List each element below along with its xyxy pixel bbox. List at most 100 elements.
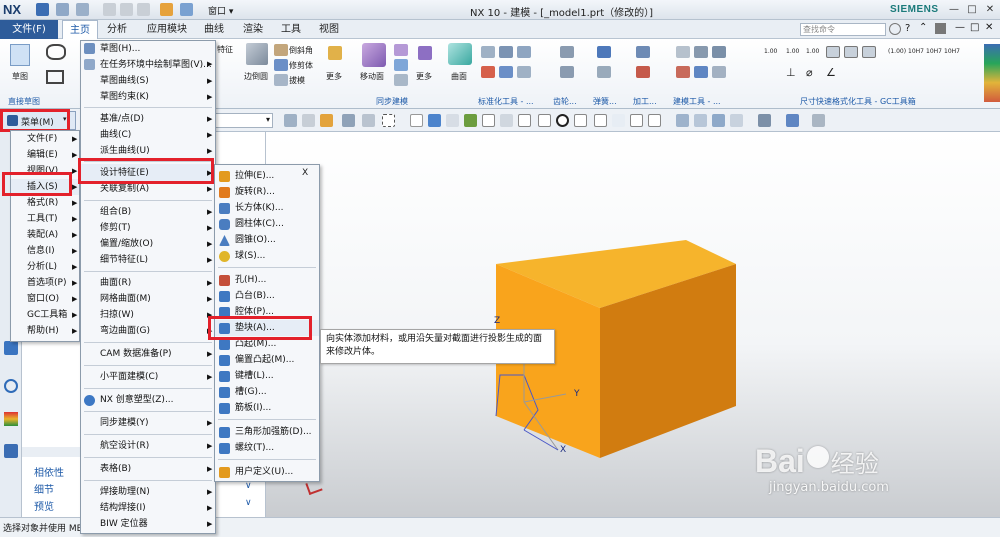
zoom-icon[interactable] <box>694 114 707 127</box>
feature-sphere[interactable]: 球(S)... <box>235 248 265 264</box>
save-icon[interactable] <box>36 3 49 16</box>
select-curve-icon[interactable] <box>342 114 355 127</box>
preview-link[interactable]: 预览 <box>34 498 54 513</box>
window-dropdown[interactable]: 窗口 ▾ <box>208 4 233 17</box>
intersect-icon[interactable] <box>518 114 531 127</box>
insert-trim[interactable]: 修剪(T) <box>100 220 131 236</box>
machining-prep-icon[interactable] <box>636 66 650 78</box>
tab-tools[interactable]: 工具 <box>274 20 308 39</box>
feature-extrude[interactable]: 拉伸(E)... <box>235 168 274 184</box>
insert-sync-modeling[interactable]: 同步建模(Y) <box>100 415 149 431</box>
std-nut-icon[interactable] <box>517 46 531 58</box>
insert-sketch[interactable]: 草图(H)... <box>100 41 140 57</box>
search-icon[interactable] <box>889 23 901 35</box>
gear-spur-icon[interactable] <box>560 46 574 58</box>
dim-format-4[interactable]: (1.00) <box>888 48 906 55</box>
insert-aerospace[interactable]: 航空设计(R) <box>100 438 149 454</box>
insert-detail-feature[interactable]: 细节特征(L) <box>100 252 148 268</box>
dim-format-7[interactable]: 10H7 <box>944 48 960 55</box>
selection-filter-dropdown[interactable]: ▾ <box>215 113 273 128</box>
std-spring-icon[interactable] <box>517 66 531 78</box>
tab-view[interactable]: 视图 <box>312 20 346 39</box>
menu-item-tools[interactable]: 工具(T) <box>27 211 58 227</box>
feature-boss[interactable]: 凸台(B)... <box>235 288 275 304</box>
select-face-icon[interactable] <box>362 114 375 127</box>
background-icon[interactable] <box>786 114 799 127</box>
file-tab[interactable]: 文件(F) <box>0 20 58 39</box>
menu-item-analysis[interactable]: 分析(L) <box>27 259 57 275</box>
feature-rib[interactable]: 筋板(I)... <box>235 400 271 416</box>
dependencies-link[interactable]: 相依性 <box>34 464 64 479</box>
trim-body-icon[interactable] <box>274 59 288 71</box>
quadrant-icon[interactable] <box>538 114 551 127</box>
menu-item-assembly[interactable]: 装配(A) <box>27 227 58 243</box>
arc-center-icon[interactable] <box>648 114 661 127</box>
feature-offset-emboss[interactable]: 偏置凸起(M)... <box>235 352 294 368</box>
tangent-icon[interactable] <box>574 114 587 127</box>
pull-face-icon[interactable] <box>394 44 408 56</box>
menu-item-edit[interactable]: 编辑(E) <box>27 147 58 163</box>
insert-cam-prep[interactable]: CAM 数据准备(P) <box>100 346 172 362</box>
feature-dart[interactable]: 三角形加强筋(D)... <box>235 424 312 440</box>
midpoint-icon[interactable] <box>482 114 495 127</box>
repeat-command-icon[interactable] <box>180 3 193 16</box>
box-select-icon[interactable] <box>382 114 395 127</box>
machining-icon[interactable] <box>636 46 650 58</box>
menu-item-gc-toolbox[interactable]: GC工具箱 <box>27 307 67 323</box>
plus-icon[interactable] <box>612 114 625 127</box>
rotate-icon[interactable] <box>712 114 725 127</box>
menu-item-info[interactable]: 信息(I) <box>27 243 55 259</box>
tab-analysis[interactable]: 分析 <box>100 20 134 39</box>
select-point-icon[interactable] <box>320 114 333 127</box>
ribbon-minimize-icon[interactable]: — <box>955 22 965 33</box>
endpoint-snap-icon[interactable] <box>446 114 459 127</box>
feature-cone[interactable]: 圆锥(O)... <box>235 232 276 248</box>
dim-format-6[interactable]: 10H7 <box>926 48 942 55</box>
feature-revolve[interactable]: 旋转(R)... <box>235 184 275 200</box>
move-face-icon[interactable] <box>362 43 386 67</box>
diameter-icon[interactable]: ⌀ <box>806 66 813 79</box>
feature-cylinder[interactable]: 圆柱体(C)... <box>235 216 284 232</box>
arc-icon[interactable] <box>500 114 513 127</box>
more-sync-icon[interactable] <box>418 46 432 60</box>
insert-datum-point[interactable]: 基准/点(D) <box>100 111 144 127</box>
tab-render[interactable]: 渲染 <box>236 20 270 39</box>
chamfer-icon[interactable] <box>274 44 288 56</box>
insert-combine[interactable]: 组合(B) <box>100 204 131 220</box>
angle-icon[interactable]: ∠ <box>826 66 836 79</box>
feature-hole[interactable]: 孔(H)... <box>235 272 266 288</box>
insert-derived-curve[interactable]: 派生曲线(U) <box>100 143 150 159</box>
feature-block[interactable]: 长方体(K)... <box>235 200 284 216</box>
dim-format-1[interactable]: 1.00 <box>764 48 777 55</box>
surface-icon[interactable] <box>448 43 472 65</box>
undo-icon[interactable] <box>56 3 69 16</box>
pole-icon[interactable] <box>630 114 643 127</box>
chevron-down-icon[interactable]: ∨ <box>245 498 252 508</box>
fit-view-icon[interactable] <box>676 114 689 127</box>
insert-sketch-curve[interactable]: 草图曲线(S) <box>100 73 149 89</box>
ribbon-close-icon[interactable]: ✕ <box>985 22 993 33</box>
collapse-ribbon-icon[interactable]: ⌃ <box>919 22 927 33</box>
sketch-icon[interactable] <box>10 44 30 66</box>
build-edit-icon[interactable] <box>694 66 708 78</box>
menu-item-window[interactable]: 窗口(O) <box>27 291 59 307</box>
insert-offset-scale[interactable]: 偏置/缩放(O) <box>100 236 153 252</box>
redo-icon[interactable] <box>76 3 89 16</box>
std-pin-icon[interactable] <box>481 66 495 78</box>
ribbon-option-icon[interactable] <box>935 23 946 34</box>
tab-applications[interactable]: 应用模块 <box>140 20 194 39</box>
more-features-icon[interactable] <box>328 46 342 60</box>
replace-face-icon[interactable] <box>394 74 408 86</box>
std-washer-icon[interactable] <box>499 66 513 78</box>
insert-table[interactable]: 表格(B) <box>100 461 131 477</box>
render-style-icon[interactable] <box>758 114 771 127</box>
details-link[interactable]: 细节 <box>34 481 54 496</box>
dim-format-2[interactable]: 1.00 <box>786 48 799 55</box>
history-icon[interactable] <box>4 379 18 393</box>
perpendicular-icon[interactable]: ⊥ <box>786 66 796 79</box>
cube-model[interactable] <box>266 132 1000 517</box>
maximize-button[interactable]: □ <box>964 3 980 17</box>
dim-box-icon[interactable] <box>826 46 840 58</box>
draft-icon[interactable] <box>274 74 288 86</box>
spline-icon[interactable] <box>46 44 66 60</box>
